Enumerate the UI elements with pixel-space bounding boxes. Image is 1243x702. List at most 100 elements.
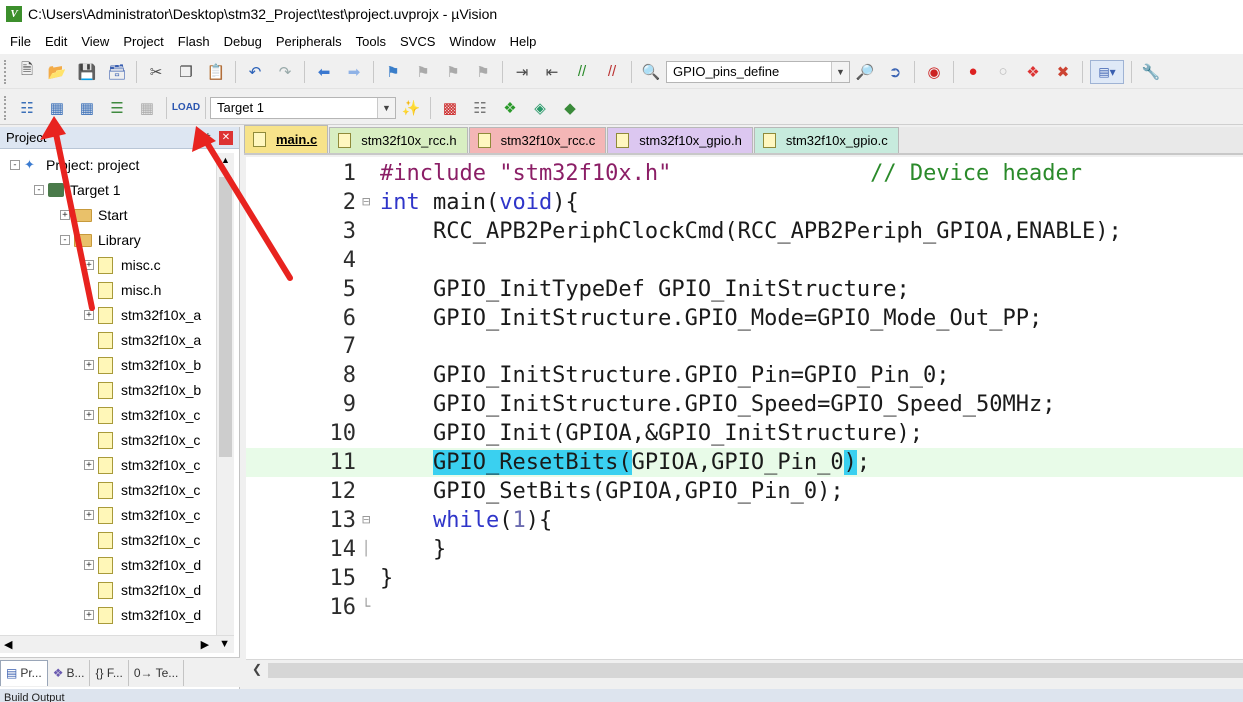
code-line[interactable]: 6 GPIO_InitStructure.GPIO_Mode=GPIO_Mode…: [246, 304, 1243, 333]
kill-breakpoints-icon[interactable]: ✖: [1051, 60, 1075, 84]
code-line[interactable]: 10 GPIO_Init(GPIOA,&GPIO_InitStructure);: [246, 419, 1243, 448]
pack-installer-icon[interactable]: ◆: [558, 96, 582, 120]
manage-run-time-environment-icon[interactable]: ❖: [498, 96, 522, 120]
code-line[interactable]: 15}: [246, 564, 1243, 593]
scrollbar-thumb[interactable]: [219, 177, 232, 457]
menu-project[interactable]: Project: [116, 34, 170, 49]
editor-tab[interactable]: stm32f10x_gpio.h: [607, 127, 753, 153]
comment-icon[interactable]: //: [570, 60, 594, 84]
editor-tab[interactable]: stm32f10x_gpio.c: [753, 127, 899, 153]
target-select[interactable]: Target 1 ▼: [210, 96, 396, 119]
expand-icon[interactable]: +: [84, 510, 94, 520]
tree-item[interactable]: - Target 1: [34, 178, 121, 202]
copy-icon[interactable]: ❐: [174, 60, 198, 84]
project-tree-scrollbar[interactable]: ▲: [216, 153, 234, 635]
insert-breakpoint-icon[interactable]: ●: [961, 60, 985, 84]
scroll-right-icon[interactable]: ▶: [201, 638, 209, 651]
code-line[interactable]: 1 #include "stm32f10x.h" // Device header: [246, 159, 1243, 188]
code-line[interactable]: 9 GPIO_InitStructure.GPIO_Speed=GPIO_Spe…: [246, 390, 1243, 419]
next-bookmark-icon[interactable]: ⚑: [441, 60, 465, 84]
scroll-up-icon[interactable]: ▲: [221, 155, 230, 165]
download-load-icon[interactable]: LOAD: [172, 96, 200, 120]
rebuild-icon[interactable]: ▦: [75, 96, 99, 120]
editor-tab[interactable]: main.c: [244, 125, 329, 153]
find-combo[interactable]: GPIO_pins_define ▼: [666, 60, 850, 83]
scroll-left-icon[interactable]: ❮: [252, 662, 262, 676]
configure-wrench-icon[interactable]: 🔧: [1139, 60, 1163, 84]
code-line[interactable]: 2 ⊟ int main(void){: [246, 188, 1243, 217]
code-line[interactable]: 3 RCC_APB2PeriphClockCmd(RCC_APB2Periph_…: [246, 217, 1243, 246]
prev-bookmark-icon[interactable]: ⚑: [411, 60, 435, 84]
manage-project-items-icon[interactable]: ▩: [438, 96, 462, 120]
code-line[interactable]: 7: [246, 332, 1243, 361]
tree-item[interactable]: stm32f10x_c: [84, 528, 200, 552]
expand-icon[interactable]: +: [84, 610, 94, 620]
stop-build-icon[interactable]: ▦: [135, 96, 159, 120]
tree-item[interactable]: stm32f10x_c: [84, 428, 200, 452]
tree-item[interactable]: + stm32f10x_d: [84, 553, 201, 577]
code-line[interactable]: 8 GPIO_InitStructure.GPIO_Pin=GPIO_Pin_0…: [246, 361, 1243, 390]
expand-icon[interactable]: +: [84, 460, 94, 470]
save-all-icon[interactable]: 🗃: [105, 60, 129, 84]
menu-window[interactable]: Window: [442, 34, 502, 49]
tab-project[interactable]: ▤ Pr...: [0, 659, 48, 686]
code-line[interactable]: 13 ⊟ while(1){: [246, 506, 1243, 535]
code-line[interactable]: 11 GPIO_ResetBits(GPIOA,GPIO_Pin_0);: [246, 448, 1243, 477]
tree-item[interactable]: + stm32f10x_c: [84, 403, 200, 427]
expand-icon[interactable]: +: [84, 410, 94, 420]
indent-icon[interactable]: ⇥: [510, 60, 534, 84]
find-replace-icon[interactable]: ➲: [883, 60, 907, 84]
file-extensions-icon[interactable]: ☷: [468, 96, 492, 120]
menu-flash[interactable]: Flash: [171, 34, 217, 49]
unindent-icon[interactable]: ⇤: [540, 60, 564, 84]
code-line[interactable]: 12 GPIO_SetBits(GPIOA,GPIO_Pin_0);: [246, 477, 1243, 506]
expand-icon[interactable]: +: [84, 360, 94, 370]
editor-hscrollbar[interactable]: ❮: [246, 659, 1243, 681]
chevron-down-icon[interactable]: ▼: [831, 61, 849, 82]
tree-item[interactable]: + stm32f10x_c: [84, 453, 200, 477]
bookmark-icon[interactable]: ⚑: [381, 60, 405, 84]
cut-icon[interactable]: ✂: [144, 60, 168, 84]
menu-debug[interactable]: Debug: [217, 34, 269, 49]
tree-item[interactable]: + stm32f10x_a: [84, 303, 201, 327]
close-icon[interactable]: ✕: [219, 130, 233, 145]
code-line[interactable]: 5 GPIO_InitTypeDef GPIO_InitStructure;: [246, 275, 1243, 304]
menu-view[interactable]: View: [74, 34, 116, 49]
tree-item[interactable]: - Library: [60, 228, 141, 252]
navigate-forward-icon[interactable]: ➡: [342, 60, 366, 84]
disable-breakpoints-icon[interactable]: ❖: [1021, 60, 1045, 84]
fold-collapse-icon[interactable]: ⊟: [362, 506, 376, 535]
tree-item[interactable]: misc.h: [84, 278, 161, 302]
save-icon[interactable]: 💾: [75, 60, 99, 84]
expand-icon[interactable]: +: [84, 560, 94, 570]
new-file-icon[interactable]: 🗎: [15, 60, 39, 84]
paste-icon[interactable]: 📋: [204, 60, 228, 84]
window-layout-icon[interactable]: ▤▾: [1090, 59, 1124, 84]
fold-collapse-icon[interactable]: ⊟: [362, 188, 376, 217]
tab-functions[interactable]: {} F...: [90, 659, 129, 686]
tree-item[interactable]: + misc.c: [84, 253, 161, 277]
tab-books[interactable]: ❖ B...: [48, 659, 91, 686]
menu-file[interactable]: File: [3, 34, 38, 49]
tree-item[interactable]: stm32f10x_a: [84, 328, 201, 352]
menu-edit[interactable]: Edit: [38, 34, 74, 49]
expand-icon[interactable]: +: [84, 260, 94, 270]
build-icon[interactable]: ▦: [45, 96, 69, 120]
tree-item[interactable]: + stm32f10x_b: [84, 353, 201, 377]
tree-item[interactable]: stm32f10x_b: [84, 378, 201, 402]
tree-item[interactable]: - ✦ Project: project: [10, 153, 139, 177]
toolbar-grip[interactable]: [4, 95, 8, 120]
collapse-icon[interactable]: -: [60, 235, 70, 245]
code-editor[interactable]: 1 #include "stm32f10x.h" // Device header…: [246, 157, 1243, 659]
tree-item[interactable]: stm32f10x_c: [84, 478, 200, 502]
collapse-icon[interactable]: -: [34, 185, 44, 195]
tree-item[interactable]: + stm32f10x_c: [84, 503, 200, 527]
scrollbar-thumb[interactable]: [268, 663, 1243, 678]
undo-icon[interactable]: ↶: [243, 60, 267, 84]
batch-build-icon[interactable]: ☰: [105, 96, 129, 120]
menu-tools[interactable]: Tools: [349, 34, 393, 49]
toolbar-grip[interactable]: [4, 59, 8, 84]
clear-bookmarks-icon[interactable]: ⚑: [471, 60, 495, 84]
expand-icon[interactable]: +: [84, 310, 94, 320]
chevron-down-icon[interactable]: ▼: [377, 97, 395, 118]
